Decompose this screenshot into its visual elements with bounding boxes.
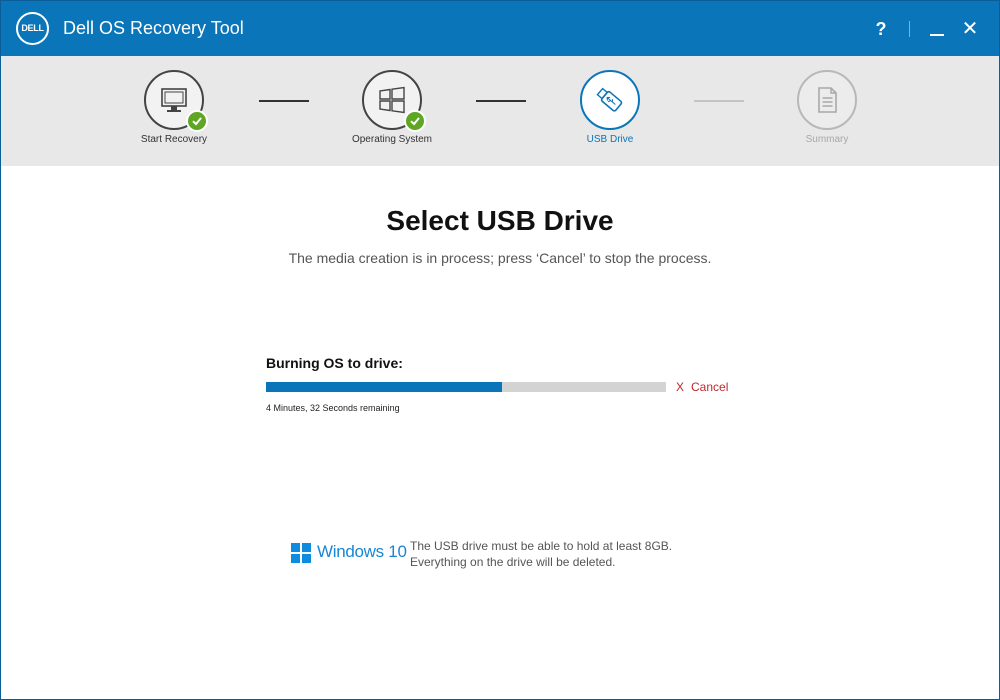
note-line-2: Everything on the drive will be deleted.	[410, 555, 616, 569]
step-circle	[580, 70, 640, 130]
monitor-icon	[161, 88, 187, 112]
time-remaining: 4 Minutes, 32 Seconds remaining	[266, 403, 400, 413]
progress-bar-fill	[266, 382, 502, 392]
cancel-label: Cancel	[691, 380, 729, 394]
step-connector	[694, 100, 744, 102]
step-label: Summary	[805, 134, 849, 145]
usb-requirement-note: The USB drive must be able to hold at le…	[410, 538, 672, 570]
help-button[interactable]: ?	[871, 15, 891, 43]
step-start-recovery: Start Recovery	[104, 70, 244, 160]
windows-icon	[379, 86, 405, 114]
step-label: USB Drive	[586, 134, 634, 145]
step-connector	[476, 100, 526, 102]
document-icon	[818, 87, 837, 113]
dell-logo-text: DELL	[21, 23, 44, 33]
step-connector	[259, 100, 309, 102]
windows-logo-icon	[291, 543, 311, 563]
app-title: Dell OS Recovery Tool	[63, 18, 244, 38]
check-icon	[186, 110, 208, 132]
check-icon	[404, 110, 426, 132]
cancel-x-icon: X	[676, 380, 685, 394]
app-window: DELL Dell OS Recovery Tool ? ✕ Start Rec…	[0, 0, 1000, 700]
dell-logo: DELL	[16, 12, 49, 45]
titlebar-divider	[909, 21, 910, 37]
usb-icon	[596, 87, 623, 112]
step-label: Operating System	[351, 134, 433, 145]
step-circle	[797, 70, 857, 130]
step-summary: Summary	[757, 70, 897, 160]
close-button[interactable]: ✕	[959, 15, 981, 43]
step-usb-drive: USB Drive	[540, 70, 680, 160]
title-bar[interactable]: DELL Dell OS Recovery Tool ? ✕	[1, 1, 999, 56]
windows-brand-text: Windows 10	[317, 542, 407, 561]
cancel-button[interactable]: X Cancel	[676, 380, 728, 394]
page-subtitle: The media creation is in process; press …	[288, 250, 712, 266]
page-title: Select USB Drive	[386, 205, 614, 236]
step-label: Start Recovery	[140, 134, 208, 145]
progress-steps: Start Recovery Operating System USB Driv…	[1, 56, 999, 166]
progress-label: Burning OS to drive:	[266, 355, 403, 371]
step-operating-system: Operating System	[322, 70, 462, 160]
progress-bar	[266, 382, 666, 392]
minimize-button[interactable]	[926, 15, 948, 43]
note-line-1: The USB drive must be able to hold at le…	[410, 539, 673, 553]
